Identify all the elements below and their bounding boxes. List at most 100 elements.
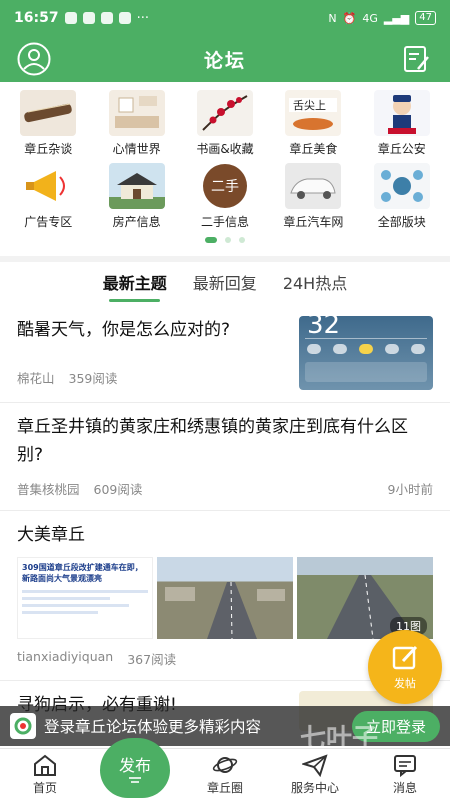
edit-note-icon xyxy=(403,46,429,72)
road-aerial-image[interactable]: 11图 xyxy=(297,557,433,639)
category-label: 心情世界 xyxy=(112,142,161,156)
nav-zhangqiu-circle[interactable]: 章丘圈 xyxy=(185,753,265,796)
fab-label: 发帖 xyxy=(394,677,416,690)
post-views: 359阅读 xyxy=(68,371,118,386)
category-label: 二手信息 xyxy=(200,215,249,229)
category-real-estate[interactable]: 房产信息 xyxy=(92,163,180,230)
news-graphic-image[interactable]: 309国道章丘段改扩建通车在即，新路面尚大气景观漂亮 xyxy=(17,557,153,639)
edit-icon xyxy=(392,645,418,670)
svg-text:舌尖上: 舌尖上 xyxy=(293,99,326,112)
nfc-icon: N xyxy=(328,11,337,25)
post-author[interactable]: 棉花山 xyxy=(17,368,55,387)
nav-messages[interactable]: 消息 xyxy=(365,753,445,796)
pager-dot[interactable] xyxy=(239,237,245,243)
category-label: 章丘杂谈 xyxy=(24,142,73,156)
battery-icon: 47 xyxy=(415,11,436,25)
category-label: 房产信息 xyxy=(112,215,161,229)
plum-blossom-painting-image xyxy=(196,90,253,136)
tab-latest-topics[interactable]: 最新主题 xyxy=(103,270,167,302)
notification-icon xyxy=(64,12,77,24)
road-aerial-image[interactable] xyxy=(157,557,293,639)
signal-icon: ▂▄▆ xyxy=(383,11,410,25)
paper-plane-icon xyxy=(302,754,328,777)
all-sections-diagram-image xyxy=(373,163,430,209)
message-icon xyxy=(394,755,416,777)
publish-label: 发布 xyxy=(118,756,151,775)
category-grid: 章丘杂谈 心情世界 书画&收藏 舌尖上 章丘美食 章丘公安 广告专区 房产信息 … xyxy=(0,82,450,230)
carousel-pager xyxy=(0,230,450,250)
forum-logo xyxy=(10,713,36,739)
category-second-hand[interactable]: 二手 二手信息 xyxy=(181,163,269,230)
network-label: 4G xyxy=(362,11,378,25)
second-hand-badge-image: 二手 xyxy=(196,163,253,209)
menu-lines-icon xyxy=(129,777,141,783)
nav-label: 消息 xyxy=(392,781,417,795)
topic-tabs: 最新主题 最新回复 24H热点 xyxy=(0,262,450,306)
publish-button[interactable]: 发布 xyxy=(100,738,170,798)
category-label: 广告专区 xyxy=(24,215,73,229)
nav-home[interactable]: 首页 xyxy=(5,753,85,796)
category-all-sections[interactable]: 全部版块 xyxy=(358,163,446,230)
tab-24h-hot[interactable]: 24H热点 xyxy=(283,270,347,298)
car-image xyxy=(285,163,342,209)
nav-label: 章丘圈 xyxy=(206,781,243,795)
nav-label: 服务中心 xyxy=(290,781,339,795)
post-views: 367阅读 xyxy=(127,652,177,667)
status-bar: 16:57 ··· N ⏰ 4G ▂▄▆ 47 xyxy=(0,0,450,36)
post-author[interactable]: 普集核桃园 xyxy=(17,479,80,498)
police-mascot-image xyxy=(373,90,430,136)
tab-latest-replies[interactable]: 最新回复 xyxy=(193,270,257,298)
post-title[interactable]: 大美章丘 xyxy=(17,521,433,549)
more-icon: ··· xyxy=(136,10,149,26)
notification-icon xyxy=(82,12,95,24)
post-title[interactable]: 章丘圣井镇的黄家庄和绣惠镇的黄家庄到底有什么区别? xyxy=(17,413,433,469)
user-avatar-button[interactable] xyxy=(14,39,54,79)
house-image xyxy=(108,163,165,209)
guqin-image xyxy=(20,90,77,136)
post-author[interactable]: tianxiadiyiquan xyxy=(17,649,113,668)
category-zhangqiu-chat[interactable]: 章丘杂谈 xyxy=(4,90,92,157)
category-label: 全部版块 xyxy=(377,215,426,229)
thumbnail-temperature: 32 xyxy=(307,316,341,340)
megaphone-image xyxy=(20,163,77,209)
category-label: 章丘美食 xyxy=(289,142,338,156)
post-image-row: 309国道章丘段改扩建通车在即，新路面尚大气景观漂亮 11图 xyxy=(17,557,433,639)
category-mood-world[interactable]: 心情世界 xyxy=(92,90,180,157)
new-post-fab[interactable]: 发帖 xyxy=(368,630,442,704)
login-banner: 登录章丘论坛体验更多精彩内容 立即登录 xyxy=(0,706,450,746)
news-graphic-headline: 309国道章丘段改扩建通车在即，新路面尚大气景观漂亮 xyxy=(22,563,143,583)
nav-service-center[interactable]: 服务中心 xyxy=(275,753,355,796)
planet-icon xyxy=(212,757,238,773)
category-zhangqiu-police[interactable]: 章丘公安 xyxy=(358,90,446,157)
category-car-net[interactable]: 章丘汽车网 xyxy=(269,163,357,230)
post-title[interactable]: 酷暑天气，你是怎么应对的? xyxy=(17,316,289,344)
category-painting-collection[interactable]: 书画&收藏 xyxy=(181,90,269,157)
pager-dot[interactable] xyxy=(225,237,231,243)
category-zhangqiu-food[interactable]: 舌尖上 章丘美食 xyxy=(269,90,357,157)
calligraphy-food-image: 舌尖上 xyxy=(285,90,342,136)
bedroom-image xyxy=(108,90,165,136)
pager-dot-active[interactable] xyxy=(205,237,217,243)
post-item[interactable]: 章丘圣井镇的黄家庄和绣惠镇的黄家庄到底有什么区别? 普集核桃园 609阅读 9小… xyxy=(0,403,450,511)
status-time: 16:57 xyxy=(14,10,59,26)
nav-label: 首页 xyxy=(32,781,57,795)
category-ad-zone[interactable]: 广告专区 xyxy=(4,163,92,230)
post-time: 9小时前 xyxy=(387,482,433,497)
app-screen: 16:57 ··· N ⏰ 4G ▂▄▆ 47 论坛 章丘杂谈 心情世界 书画&… xyxy=(0,0,450,800)
category-label: 章丘公安 xyxy=(377,142,426,156)
category-label: 章丘汽车网 xyxy=(283,215,344,229)
notification-icon xyxy=(100,12,113,24)
page-title: 论坛 xyxy=(203,49,246,72)
post-item[interactable]: 酷暑天气，你是怎么应对的? 棉花山 359阅读 32 xyxy=(0,306,450,403)
compose-button[interactable] xyxy=(396,39,436,79)
user-icon xyxy=(17,42,51,76)
category-label: 书画&收藏 xyxy=(196,142,254,156)
alarm-icon: ⏰ xyxy=(342,11,357,25)
notification-icon xyxy=(118,12,131,24)
weather-screenshot-thumbnail[interactable]: 32 xyxy=(299,316,433,390)
home-icon xyxy=(34,754,56,776)
post-views: 609阅读 xyxy=(93,482,143,497)
bottom-navigation: 首页 章丘圈 服务中心 消息 xyxy=(0,748,450,800)
app-header: 论坛 xyxy=(0,36,450,82)
second-hand-badge-text: 二手 xyxy=(210,179,239,195)
